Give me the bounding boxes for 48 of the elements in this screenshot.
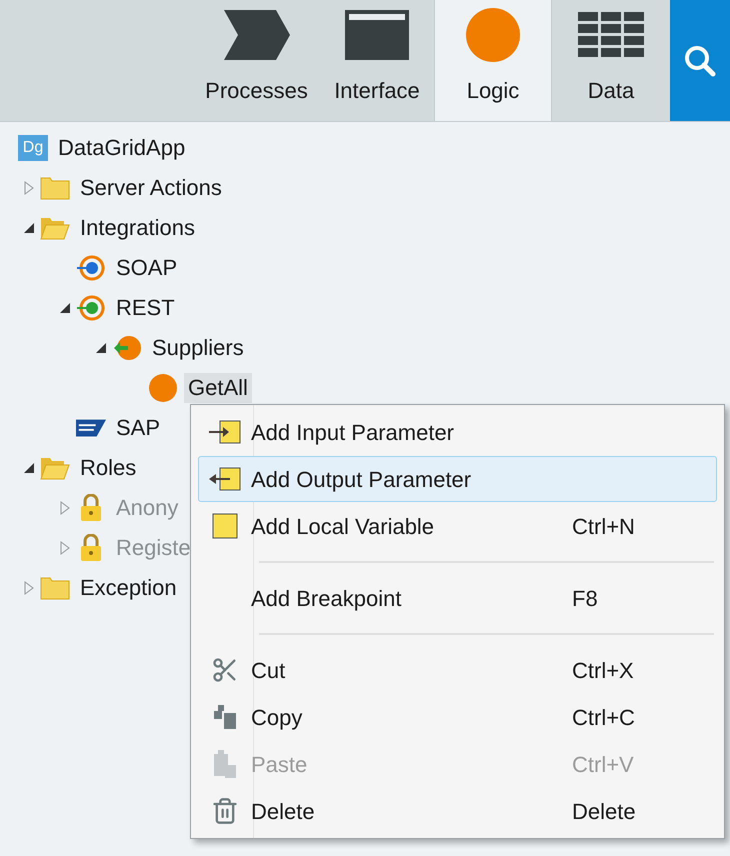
tree-item[interactable]: Suppliers bbox=[148, 333, 248, 363]
menu-item[interactable]: Add Breakpoint F8 bbox=[198, 575, 717, 621]
lock-icon bbox=[79, 534, 103, 562]
arrow-circle-icon bbox=[112, 335, 142, 361]
arrow-in-icon bbox=[208, 419, 242, 445]
copy-icon bbox=[212, 703, 238, 731]
search-icon bbox=[683, 44, 717, 78]
search-button[interactable] bbox=[670, 0, 730, 121]
service-icon bbox=[76, 295, 106, 321]
open-folder-icon bbox=[40, 456, 70, 480]
folder-icon bbox=[40, 576, 70, 600]
menu-item[interactable]: Delete Delete bbox=[198, 788, 717, 834]
tree-item[interactable]: DataGridApp bbox=[54, 133, 190, 163]
tree-item[interactable]: Integrations bbox=[76, 213, 199, 243]
window-icon bbox=[345, 10, 409, 60]
tab[interactable]: Logic bbox=[434, 0, 552, 121]
service-icon bbox=[76, 255, 106, 281]
tree-item[interactable]: Server Actions bbox=[76, 173, 226, 203]
paste-icon bbox=[212, 749, 238, 779]
lock-icon bbox=[79, 494, 103, 522]
menu-item[interactable]: Copy Ctrl+C bbox=[198, 694, 717, 740]
expanded-icon[interactable] bbox=[22, 461, 36, 475]
menu-item[interactable]: Add Output Parameter bbox=[198, 456, 717, 502]
tree-item[interactable]: Roles bbox=[76, 453, 140, 483]
folder-icon bbox=[40, 176, 70, 200]
tree-item[interactable]: Exception bbox=[76, 573, 181, 603]
expanded-icon[interactable] bbox=[22, 221, 36, 235]
menu-item[interactable]: Add Input Parameter bbox=[198, 409, 717, 455]
chevron-icon bbox=[224, 10, 290, 60]
open-folder-icon bbox=[40, 216, 70, 240]
trash-icon bbox=[211, 797, 239, 825]
circle-icon bbox=[466, 8, 520, 62]
menu-item[interactable]: Add Local Variable Ctrl+N bbox=[198, 503, 717, 549]
logo-icon bbox=[76, 419, 106, 437]
tree-item[interactable]: REST bbox=[112, 293, 179, 323]
dot-icon bbox=[148, 373, 178, 403]
app-icon: Dg bbox=[18, 135, 48, 161]
expanded-icon[interactable] bbox=[94, 341, 108, 355]
arrow-out-icon bbox=[208, 466, 242, 492]
collapsed-icon[interactable] bbox=[22, 581, 36, 595]
tree-item[interactable]: GetAll bbox=[184, 373, 252, 403]
collapsed-icon[interactable] bbox=[22, 181, 36, 195]
menu-item[interactable]: Cut Ctrl+X bbox=[198, 647, 717, 693]
grid-icon bbox=[578, 12, 644, 58]
tree-item[interactable]: SAP bbox=[112, 413, 164, 443]
square-icon bbox=[212, 513, 238, 539]
expanded-icon[interactable] bbox=[58, 301, 72, 315]
tree-item[interactable]: SOAP bbox=[112, 253, 182, 283]
